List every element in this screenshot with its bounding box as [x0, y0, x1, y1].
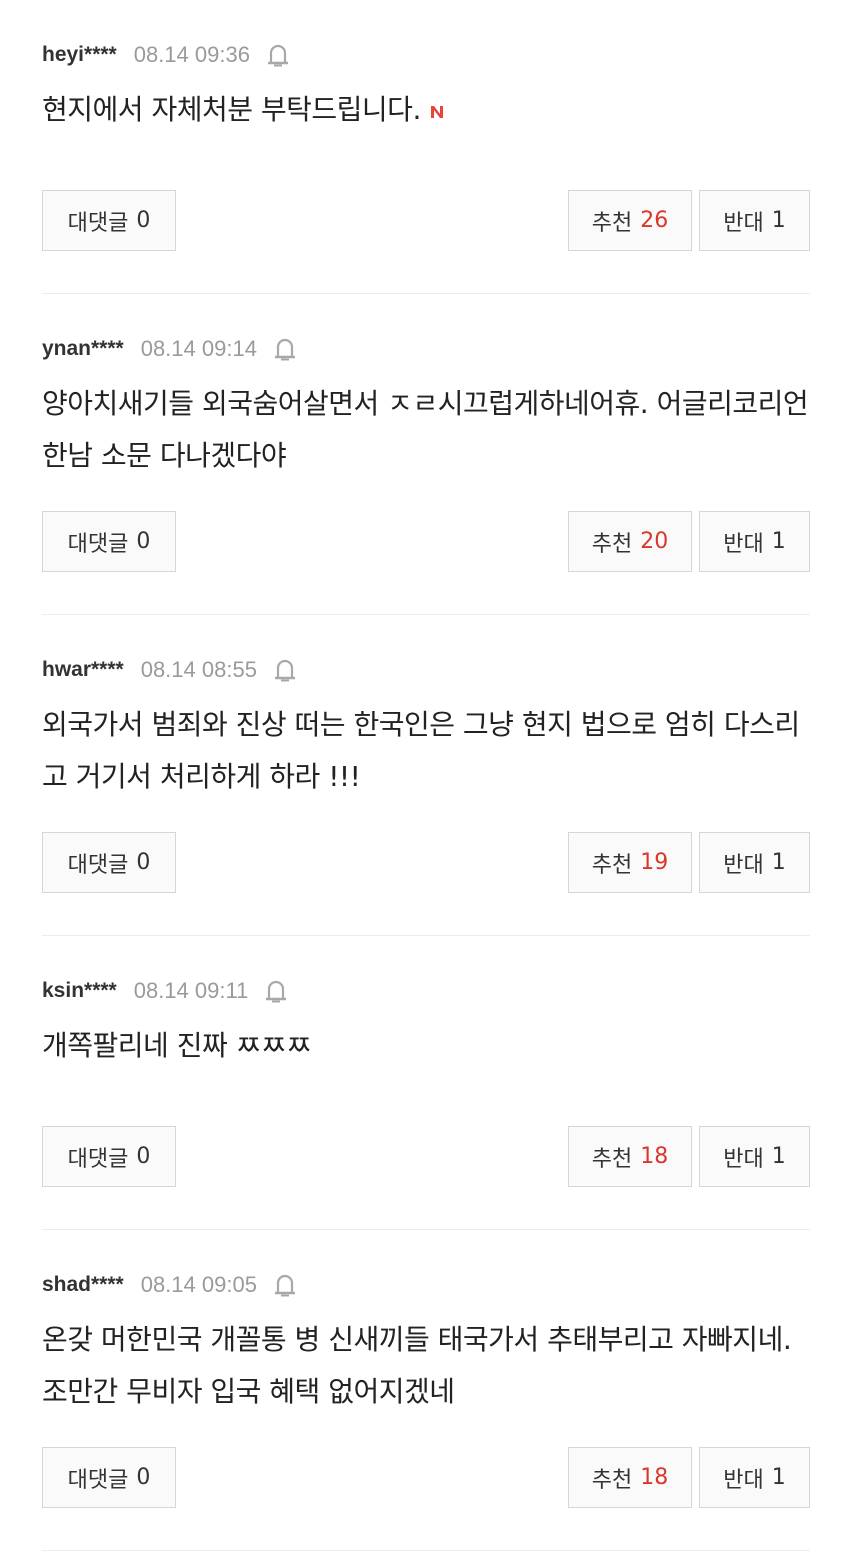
oppose-label: 반대	[723, 852, 764, 878]
recommend-label: 추천	[591, 1146, 633, 1172]
comment-list: heyi**** 08.14 09:36 현지에서 자체처분 부탁드립니다. 대…	[0, 0, 850, 1551]
recommend-count: 18	[640, 1465, 669, 1490]
oppose-label: 반대	[723, 1467, 764, 1493]
recommend-count: 18	[640, 1144, 669, 1169]
oppose-label: 반대	[723, 210, 764, 236]
oppose-button[interactable]: 반대 1	[699, 511, 810, 572]
comment-item: shad**** 08.14 09:05 온갖 머한민국 개꼴통 병 신새끼들 …	[42, 1230, 810, 1551]
comment-body: 현지에서 자체처분 부탁드립니다.	[42, 93, 421, 126]
vote-group: 추천 18 반대 1	[568, 1126, 810, 1187]
reply-label: 대댓글	[67, 1146, 129, 1172]
comment-item: heyi**** 08.14 09:36 현지에서 자체처분 부탁드립니다. 대…	[42, 0, 810, 294]
oppose-label: 반대	[723, 1146, 764, 1172]
comment-meta: shad**** 08.14 09:05	[42, 1270, 297, 1300]
vote-group: 추천 19 반대 1	[568, 832, 810, 893]
recommend-button[interactable]: 추천 18	[568, 1126, 692, 1187]
recommend-label: 추천	[591, 852, 633, 878]
comment-username[interactable]: heyi****	[42, 43, 117, 67]
reply-button[interactable]: 대댓글 0	[42, 832, 176, 893]
comment-text: 개쪽팔리네 진짜 ㅉㅉㅉ	[42, 1029, 312, 1062]
oppose-count: 1	[771, 208, 786, 233]
report-bell-icon[interactable]	[273, 657, 297, 683]
comment-timestamp: 08.14 09:36	[133, 42, 250, 67]
vote-group: 추천 20 반대 1	[568, 511, 810, 572]
oppose-button[interactable]: 반대 1	[699, 832, 810, 893]
comment-username[interactable]: ynan****	[42, 337, 124, 361]
comment-text: 양아치새기들 외국숨어살면서 ㅈㄹ시끄럽게하네어휴. 어글리코리언한남 소문 다…	[42, 387, 809, 472]
oppose-count: 1	[771, 1144, 786, 1169]
comment-username[interactable]: shad****	[42, 1273, 124, 1297]
reply-label: 대댓글	[67, 852, 129, 878]
comment-text: 온갖 머한민국 개꼴통 병 신새끼들 태국가서 추태부리고 자빠지네. 조만간 …	[42, 1323, 792, 1408]
reply-count: 0	[136, 850, 151, 875]
recommend-label: 추천	[591, 210, 633, 236]
oppose-label: 반대	[723, 531, 764, 557]
oppose-button[interactable]: 반대 1	[699, 190, 810, 251]
comment-text: 외국가서 범죄와 진상 떠는 한국인은 그냥 현지 법으로 엄히 다스리고 거기…	[42, 708, 800, 793]
report-bell-icon[interactable]	[264, 978, 288, 1004]
comment-item: ynan**** 08.14 09:14 양아치새기들 외국숨어살면서 ㅈㄹ시끄…	[42, 294, 810, 615]
recommend-button[interactable]: 추천 19	[568, 832, 692, 893]
comment-timestamp: 08.14 09:05	[140, 1272, 257, 1297]
recommend-label: 추천	[591, 531, 633, 557]
oppose-button[interactable]: 반대 1	[699, 1447, 810, 1508]
recommend-button[interactable]: 추천 18	[568, 1447, 692, 1508]
reply-count: 0	[136, 529, 151, 554]
oppose-count: 1	[771, 850, 786, 875]
reply-button[interactable]: 대댓글 0	[42, 190, 176, 251]
comment-timestamp: 08.14 09:11	[133, 978, 249, 1003]
vote-group: 추천 26 반대 1	[568, 190, 810, 251]
comment-timestamp: 08.14 09:14	[140, 336, 257, 361]
comment-username[interactable]: hwar****	[42, 658, 124, 682]
comment-item: ksin**** 08.14 09:11 개쪽팔리네 진짜 ㅉㅉㅉ 대댓글 0 추…	[42, 936, 810, 1230]
reply-button[interactable]: 대댓글 0	[42, 1126, 176, 1187]
vote-group: 추천 18 반대 1	[568, 1447, 810, 1508]
recommend-count: 20	[640, 529, 669, 554]
comment-meta: ksin**** 08.14 09:11	[42, 976, 288, 1006]
comment-timestamp: 08.14 08:55	[140, 657, 257, 682]
report-bell-icon[interactable]	[266, 42, 290, 68]
comment-meta: hwar**** 08.14 08:55	[42, 655, 297, 685]
recommend-button[interactable]: 추천 26	[568, 190, 692, 251]
recommend-label: 추천	[591, 1467, 633, 1493]
reply-count: 0	[136, 1465, 151, 1490]
report-bell-icon[interactable]	[273, 1272, 297, 1298]
new-badge-icon	[429, 85, 445, 118]
comment-meta: heyi**** 08.14 09:36	[42, 40, 290, 70]
comment-item: hwar**** 08.14 08:55 외국가서 범죄와 진상 떠는 한국인은…	[42, 615, 810, 936]
comment-username[interactable]: ksin****	[42, 979, 117, 1003]
reply-label: 대댓글	[67, 210, 129, 236]
reply-button[interactable]: 대댓글 0	[42, 511, 176, 572]
report-bell-icon[interactable]	[273, 336, 297, 362]
oppose-count: 1	[771, 529, 786, 554]
comment-meta: ynan**** 08.14 09:14	[42, 334, 297, 364]
recommend-count: 19	[640, 850, 669, 875]
reply-count: 0	[136, 208, 151, 233]
comment-text: 현지에서 자체처분 부탁드립니다.	[42, 84, 810, 136]
oppose-count: 1	[771, 1465, 786, 1490]
reply-label: 대댓글	[67, 531, 129, 557]
reply-label: 대댓글	[67, 1467, 129, 1493]
reply-count: 0	[136, 1144, 151, 1169]
recommend-count: 26	[640, 208, 669, 233]
oppose-button[interactable]: 반대 1	[699, 1126, 810, 1187]
recommend-button[interactable]: 추천 20	[568, 511, 692, 572]
reply-button[interactable]: 대댓글 0	[42, 1447, 176, 1508]
